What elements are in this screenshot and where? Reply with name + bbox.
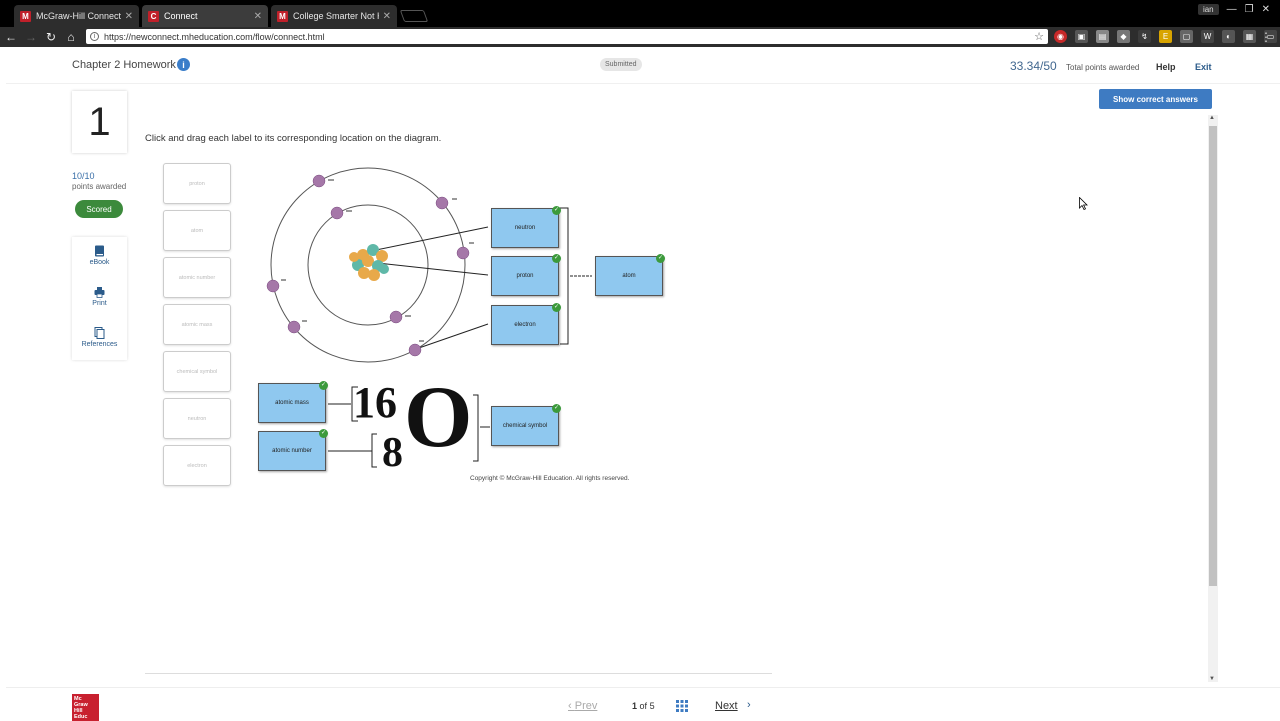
extensions-bar: ◉ ▣ ▤ ◆ ↯ E ▢ W ◐ ▦ ▭ bbox=[1054, 30, 1277, 43]
ublock-extension-icon[interactable]: ◉ bbox=[1054, 30, 1067, 43]
copyright-notice: Copyright © McGraw-Hill Education. All r… bbox=[470, 475, 630, 482]
forward-icon[interactable]: → bbox=[22, 28, 40, 46]
label-text: atom bbox=[622, 273, 636, 279]
placed-label-chemical-symbol[interactable]: chemical symbol ✓ bbox=[491, 404, 561, 446]
label-text: chemical symbol bbox=[502, 423, 548, 429]
atomic-number-text: 8 bbox=[382, 430, 403, 476]
tab-title: College Smarter Not Har bbox=[293, 11, 379, 21]
placed-label-atom[interactable]: atom ✓ bbox=[595, 254, 665, 296]
mcgraw-hill-logo: Mc Graw Hill Educ bbox=[72, 694, 99, 721]
extension-icon[interactable]: ◐ bbox=[1222, 30, 1235, 43]
reload-icon[interactable]: ↻ bbox=[42, 28, 60, 46]
extension-icon[interactable]: ↯ bbox=[1138, 30, 1151, 43]
check-icon: ✓ bbox=[319, 429, 328, 438]
label-text: atomic mass bbox=[275, 400, 309, 406]
maximize-icon[interactable]: ❐ bbox=[1245, 4, 1254, 15]
assignment-page: Chapter 2 Homework i Submitted 33.34/50 … bbox=[6, 47, 1280, 720]
extension-icon[interactable]: W bbox=[1201, 30, 1214, 43]
new-tab-button[interactable] bbox=[399, 10, 429, 22]
close-icon[interactable]: ✕ bbox=[254, 11, 262, 22]
scroll-thumb[interactable] bbox=[1209, 126, 1217, 586]
label-text: electron bbox=[514, 322, 536, 328]
total-score: 33.34/50 bbox=[1010, 59, 1057, 73]
placed-label-atomic-mass[interactable]: atomic mass ✓ bbox=[258, 381, 328, 423]
browser-tab-bar: M McGraw-Hill Connect | St ✕ C Connect ✕… bbox=[0, 0, 1280, 27]
browser-toolbar: ← → ↻ ⌂ i https://newconnect.mheducation… bbox=[0, 27, 1280, 47]
check-icon: ✓ bbox=[552, 303, 561, 312]
check-icon: ✓ bbox=[319, 381, 328, 390]
question-scrollbar[interactable]: ▲ ▼ bbox=[1208, 115, 1218, 682]
extension-icon[interactable]: ▤ bbox=[1096, 30, 1109, 43]
close-icon[interactable]: ✕ bbox=[125, 11, 133, 22]
browser-menu-icon[interactable]: ⋮ bbox=[1260, 30, 1272, 44]
placed-label-neutron[interactable]: neutron ✓ bbox=[491, 206, 561, 248]
browser-tab-1[interactable]: C Connect ✕ bbox=[142, 5, 268, 27]
url-text: https://newconnect.mheducation.com/flow/… bbox=[104, 31, 325, 42]
grid-icon[interactable] bbox=[676, 700, 688, 712]
placed-label-proton[interactable]: proton ✓ bbox=[491, 254, 561, 296]
placed-label-atomic-number[interactable]: atomic number ✓ bbox=[258, 429, 328, 471]
prev-label: Prev bbox=[574, 700, 598, 712]
page-indicator: 1 of 5 bbox=[632, 701, 655, 711]
total-score-label: Total points awarded bbox=[1066, 63, 1140, 72]
check-icon: ✓ bbox=[656, 254, 665, 263]
nucleus bbox=[349, 244, 389, 281]
browser-tab-2[interactable]: M College Smarter Not Har ✕ bbox=[271, 5, 397, 27]
scroll-down-icon[interactable]: ▼ bbox=[1209, 676, 1215, 682]
address-bar[interactable]: i https://newconnect.mheducation.com/flo… bbox=[86, 29, 1048, 44]
browser-tab-0[interactable]: M McGraw-Hill Connect | St ✕ bbox=[14, 5, 139, 27]
exit-link[interactable]: Exit bbox=[1195, 62, 1212, 72]
prev-button[interactable]: ‹ Prev bbox=[568, 700, 597, 712]
extension-icon[interactable]: ▣ bbox=[1075, 30, 1088, 43]
close-icon[interactable]: ✕ bbox=[383, 11, 391, 22]
help-link[interactable]: Help bbox=[1156, 62, 1176, 72]
site-info-icon[interactable]: i bbox=[90, 32, 99, 41]
chevron-left-icon: ‹ bbox=[568, 700, 575, 712]
label-text: atomic number bbox=[272, 448, 312, 454]
of-label: of bbox=[639, 701, 648, 711]
home-icon[interactable]: ⌂ bbox=[62, 28, 80, 46]
extension-icon[interactable]: ▦ bbox=[1243, 30, 1256, 43]
next-button[interactable]: Next bbox=[715, 700, 738, 712]
back-icon[interactable]: ← bbox=[2, 28, 20, 46]
check-icon: ✓ bbox=[552, 254, 561, 263]
mcgraw-hill-favicon-icon: M bbox=[277, 10, 288, 22]
element-symbol-text: O bbox=[404, 369, 473, 466]
extension-icon[interactable]: ◆ bbox=[1117, 30, 1130, 43]
label-text: proton bbox=[516, 273, 534, 279]
close-window-icon[interactable]: ✕ bbox=[1262, 4, 1270, 15]
check-icon: ✓ bbox=[552, 404, 561, 413]
extension-icon[interactable]: E bbox=[1159, 30, 1172, 43]
chevron-right-icon[interactable]: › bbox=[747, 699, 751, 711]
show-correct-answers-button[interactable]: Show correct answers bbox=[1099, 89, 1212, 109]
placed-label-electron[interactable]: electron ✓ bbox=[491, 303, 561, 345]
extension-icon[interactable]: ▢ bbox=[1180, 30, 1193, 43]
mass-number-text: 16 bbox=[353, 378, 397, 427]
mcgraw-hill-favicon-icon: M bbox=[20, 10, 31, 22]
current-page: 1 bbox=[632, 701, 638, 711]
mouse-cursor-icon bbox=[1079, 197, 1088, 210]
content-divider bbox=[145, 673, 772, 674]
window-controls: ian — ❐ ✕ bbox=[1197, 4, 1270, 15]
label-text: neutron bbox=[514, 225, 536, 231]
scroll-up-icon[interactable]: ▲ bbox=[1209, 115, 1215, 121]
tab-title: Connect bbox=[164, 11, 198, 21]
check-icon: ✓ bbox=[552, 206, 561, 215]
minimize-icon[interactable]: — bbox=[1227, 4, 1237, 15]
profile-button[interactable]: ian bbox=[1197, 4, 1219, 15]
connect-favicon-icon: C bbox=[148, 10, 159, 22]
total-pages: 5 bbox=[649, 701, 655, 711]
tab-title: McGraw-Hill Connect | St bbox=[36, 11, 121, 21]
question-footer: Mc Graw Hill Educ ‹ Prev 1 of 5 Next › bbox=[6, 687, 1280, 721]
bookmark-star-icon[interactable]: ☆ bbox=[1034, 30, 1044, 43]
